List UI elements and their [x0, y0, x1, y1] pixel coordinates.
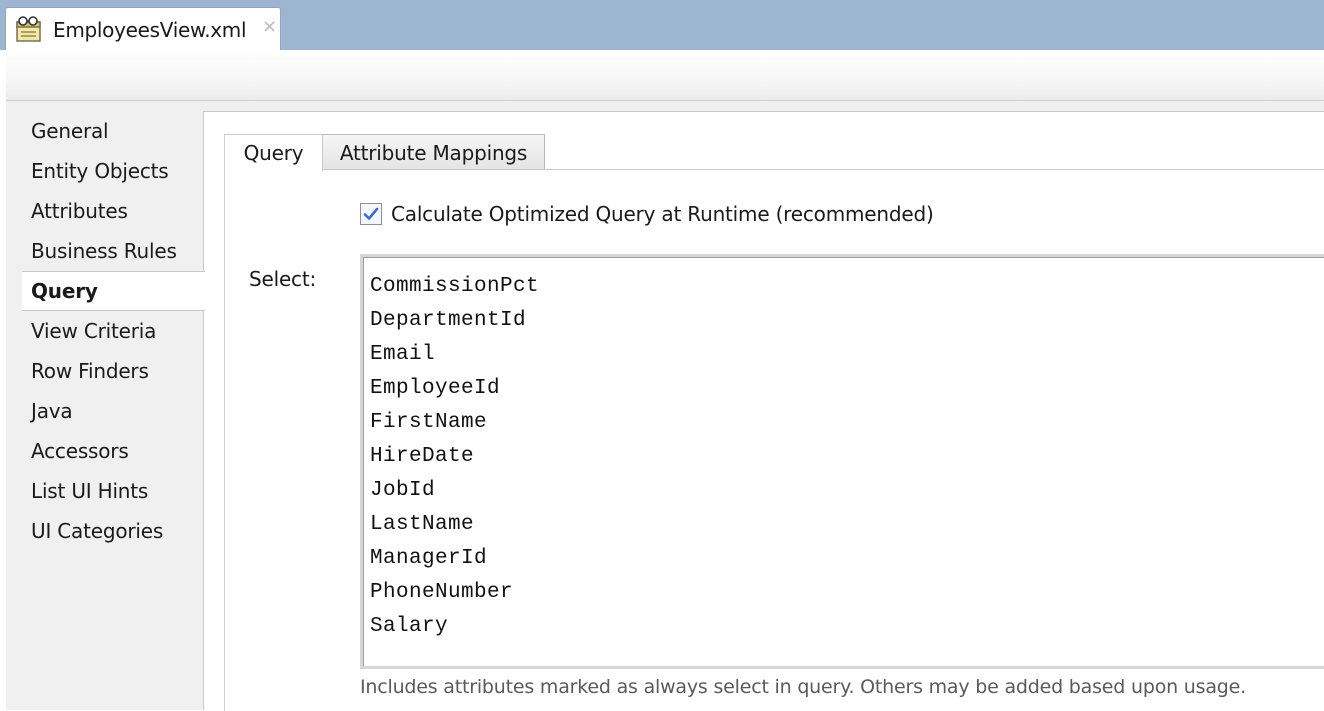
nav-item-attributes[interactable]: Attributes	[22, 191, 204, 231]
select-column-line: Salary	[370, 615, 449, 638]
query-subpanel: Query Attribute Mappings Calculate Optim…	[224, 134, 1324, 711]
editor-toolbar	[6, 50, 1324, 101]
select-hint-text: Includes attributes marked as always sel…	[360, 676, 1246, 698]
select-column-line: PhoneNumber	[370, 581, 514, 604]
nav-item-business-rules[interactable]: Business Rules	[22, 231, 204, 271]
select-column-line: HireDate	[370, 445, 475, 468]
select-column-list: CommissionPct DepartmentId Email EmployeeId…	[370, 270, 539, 644]
select-column-line: Email	[370, 343, 436, 366]
subtab-divider	[323, 169, 1324, 170]
nav-item-list-ui-hints[interactable]: List UI Hints	[22, 471, 204, 511]
nav-item-accessors[interactable]: Accessors	[22, 431, 204, 471]
nav-item-general[interactable]: General	[22, 111, 204, 151]
checkmark-icon	[363, 207, 379, 220]
query-panel: Query Attribute Mappings Calculate Optim…	[203, 111, 1324, 711]
tab-attribute-mappings[interactable]: Attribute Mappings	[323, 134, 545, 170]
select-column-line: ManagerId	[370, 547, 488, 570]
file-tab-employeesview[interactable]: EmployeesView.xml ×	[5, 7, 281, 50]
close-tab-icon[interactable]: ×	[262, 16, 277, 37]
file-tab-label: EmployeesView.xml	[53, 18, 247, 42]
editor-tab-strip: EmployeesView.xml ×	[0, 0, 1324, 50]
nav-item-entity-objects[interactable]: Entity Objects	[22, 151, 204, 191]
select-label: Select:	[249, 267, 317, 291]
optimized-query-checkbox[interactable]	[360, 203, 382, 225]
select-clause-textarea[interactable]: CommissionPct DepartmentId Email EmployeeId…	[360, 254, 1324, 669]
view-object-icon	[15, 16, 43, 44]
select-column-line: DepartmentId	[370, 309, 527, 332]
tab-query[interactable]: Query	[225, 134, 323, 171]
select-column-line: LastName	[370, 513, 475, 536]
nav-item-ui-categories[interactable]: UI Categories	[22, 511, 204, 551]
optimized-query-label: Calculate Optimized Query at Runtime (re…	[391, 202, 934, 226]
select-column-line: JobId	[370, 479, 436, 502]
nav-item-row-finders[interactable]: Row Finders	[22, 351, 204, 391]
nav-item-query[interactable]: Query	[22, 271, 205, 311]
select-column-line: FirstName	[370, 411, 488, 434]
select-column-line: EmployeeId	[370, 377, 501, 400]
nav-item-java[interactable]: Java	[22, 391, 204, 431]
select-column-line: CommissionPct	[370, 275, 540, 298]
overview-navigator: General Entity Objects Attributes Business …	[22, 111, 205, 551]
nav-item-view-criteria[interactable]: View Criteria	[22, 311, 204, 351]
